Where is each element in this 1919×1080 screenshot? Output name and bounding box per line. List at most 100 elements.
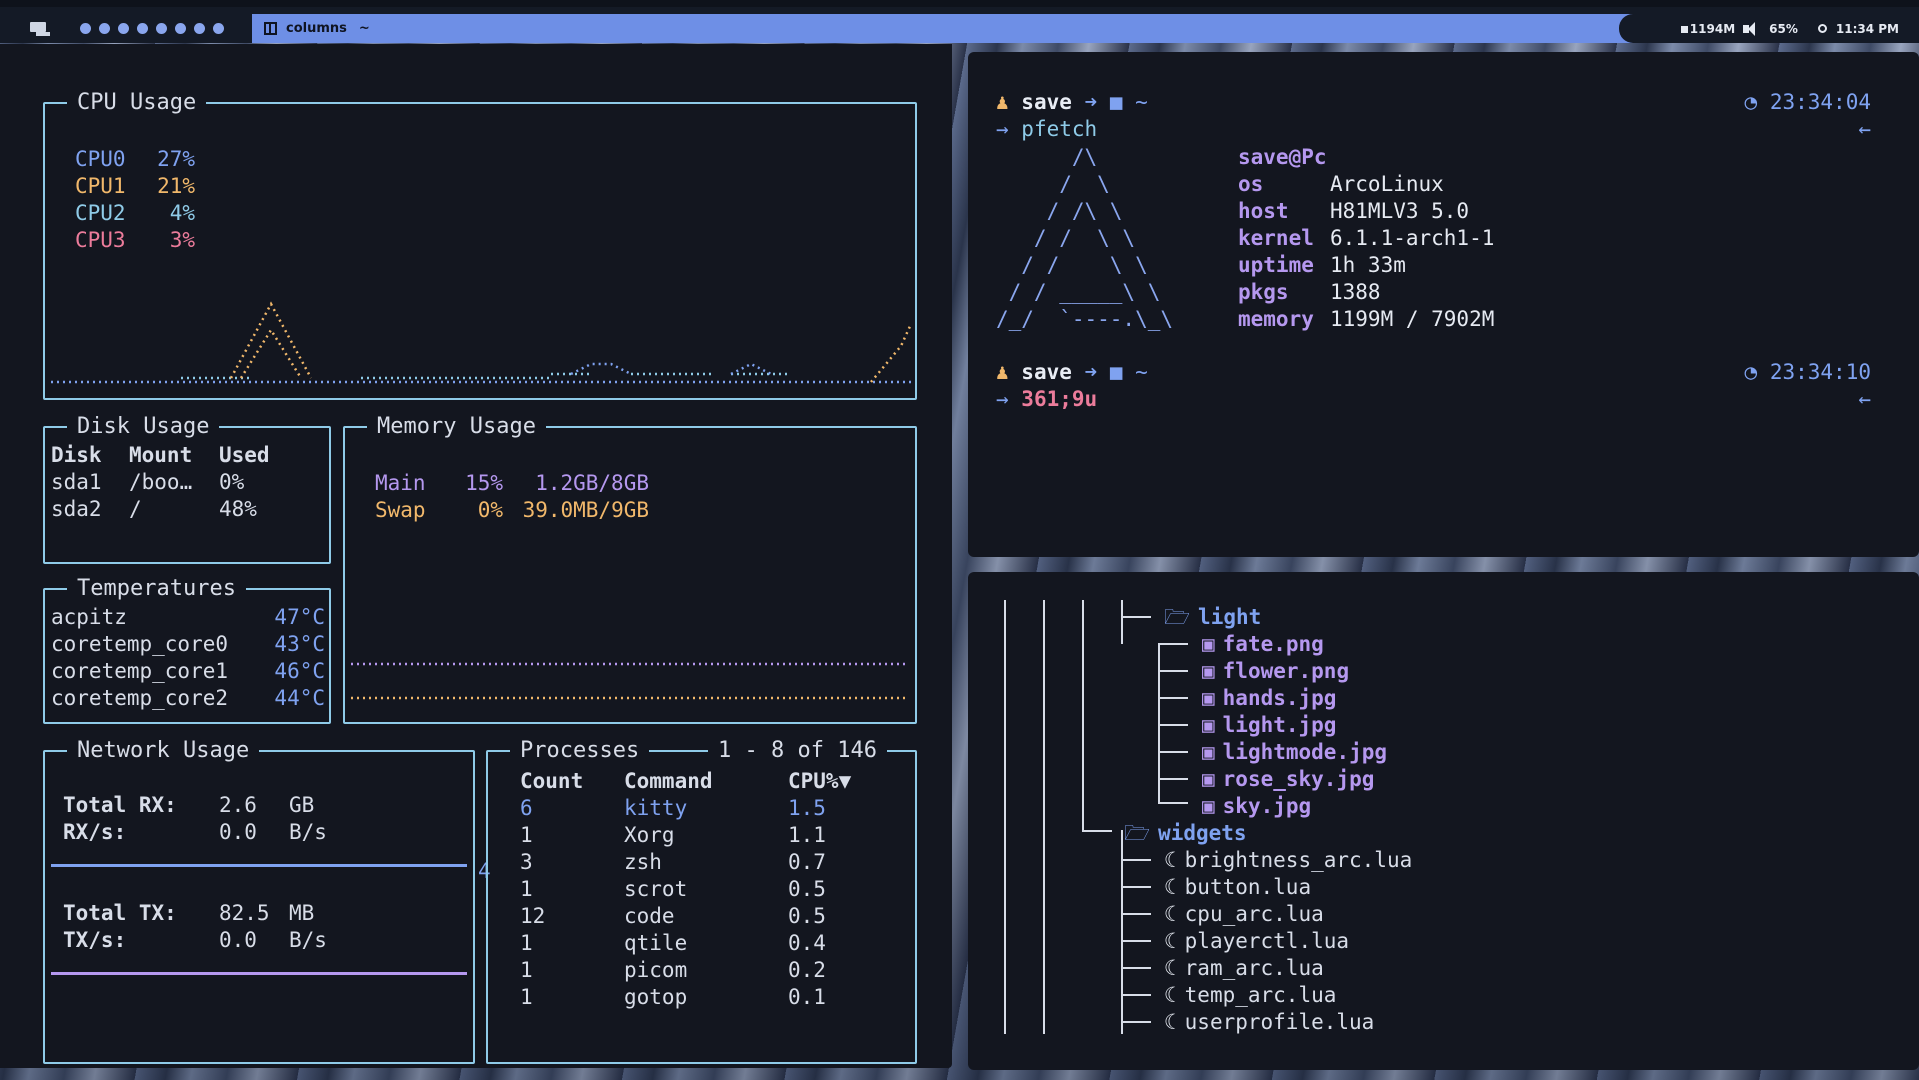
pfetch-row: uptime 1h 33m	[1238, 252, 1494, 279]
prompt-time-value: 23:34:10	[1769, 360, 1871, 384]
terminal-window[interactable]: ♟ save ➜ ■ ~ ◔ 23:34:04 → pfetch ← /\ / …	[968, 52, 1919, 557]
workspace-dot[interactable]	[99, 23, 110, 34]
col-command-header[interactable]: Command	[624, 768, 788, 795]
table-row[interactable]: 1 scrot 0.5	[520, 876, 848, 903]
table-row[interactable]: 1 qtile 0.4	[520, 930, 848, 957]
workspace-dot[interactable]	[137, 23, 148, 34]
processes-title: Processes	[510, 739, 650, 763]
cpu-core-row: CPU1 21%	[75, 173, 195, 200]
list-item[interactable]: 🗁 light	[1164, 604, 1261, 631]
lua-file-icon: ☾	[1164, 956, 1177, 980]
network-usage-box: Network Usage Total RX: 2.6 GB RX/s: 0.0…	[43, 739, 475, 1064]
table-row[interactable]: 1 picom 0.2	[520, 957, 848, 984]
process-table[interactable]: Count Command CPU%▼ 6 kitty 1.5 1 Xorg 1…	[520, 768, 851, 1011]
list-item[interactable]: ▣ lightmode.jpg	[1202, 739, 1387, 766]
rx-total-value: 2.6	[219, 793, 257, 817]
table-row[interactable]: 12 code 0.5	[520, 903, 848, 930]
list-item[interactable]: ▣ flower.png	[1202, 658, 1349, 685]
list-item[interactable]: ▣ hands.jpg	[1202, 685, 1336, 712]
tree-branch	[1121, 859, 1151, 861]
tx-rate-value: 0.0	[219, 928, 257, 952]
prompt-dir: ~	[1135, 360, 1148, 384]
cpu-core-row: CPU0 27%	[75, 146, 195, 173]
list-item[interactable]: ☾ button.lua	[1164, 874, 1311, 901]
workspace-dot[interactable]	[156, 23, 167, 34]
table-row[interactable]: 1 Xorg 1.1	[520, 822, 848, 849]
tx-total-value: 82.5	[219, 901, 270, 925]
volume-icon[interactable]	[1743, 21, 1761, 36]
list-item[interactable]: ▣ light.jpg	[1202, 712, 1336, 739]
tree-branch	[1121, 886, 1151, 888]
proc-count: 1	[520, 877, 533, 901]
proc-count: 1	[520, 823, 533, 847]
list-item[interactable]: ☾ temp_arc.lua	[1164, 982, 1336, 1009]
workspace-dot[interactable]	[175, 23, 186, 34]
table-row[interactable]: 1 gotop 0.1	[520, 984, 848, 1011]
tree-branch	[1121, 1021, 1151, 1023]
list-item[interactable]: ▣ sky.jpg	[1202, 793, 1311, 820]
list-item[interactable]: ☾ userprofile.lua	[1164, 1009, 1374, 1036]
rx-total-row: Total RX: 2.6 GB	[63, 792, 349, 819]
file-tree[interactable]: 🗁 light ▣ fate.png ▣ flower.png ▣ hands.jpg …	[968, 572, 1919, 1070]
tree-branch	[1121, 913, 1151, 915]
workspace-dot[interactable]	[194, 23, 205, 34]
pfetch-key: os	[1238, 172, 1264, 196]
prompt-time: ◔ 23:34:04	[1745, 89, 1871, 116]
table-row[interactable]: 6 kitty 1.5	[520, 795, 848, 822]
file-tree-window[interactable]: 🗁 light ▣ fate.png ▣ flower.png ▣ hands.jpg …	[968, 572, 1919, 1070]
list-item[interactable]: ▣ fate.png	[1202, 631, 1324, 658]
image-file-icon: ▣	[1202, 740, 1215, 764]
volume-value[interactable]: 65%	[1769, 22, 1798, 36]
gotop-window[interactable]: CPU Usage CPU0 27% CPU1 21% CPU2 4% CPU3…	[0, 44, 952, 1068]
bar-right-widgets: 1194M 65% 11:34 PM	[1619, 14, 1919, 43]
tree-branch	[1158, 802, 1188, 804]
workspace-dot[interactable]	[80, 23, 91, 34]
list-item[interactable]: ☾ cpu_arc.lua	[1164, 901, 1324, 928]
sensor-name: coretemp_core0	[51, 632, 229, 656]
file-name: brightness_arc.lua	[1184, 848, 1413, 872]
list-item[interactable]: ☾ playerctl.lua	[1164, 928, 1349, 955]
pfetch-key: pkgs	[1238, 280, 1289, 304]
proc-count: 1	[520, 958, 533, 982]
workspace-dot[interactable]	[213, 23, 224, 34]
pfetch-value: 1199M / 7902M	[1330, 307, 1495, 331]
list-item[interactable]: ▣ rose_sky.jpg	[1202, 766, 1374, 793]
image-file-icon: ▣	[1202, 767, 1215, 791]
command-line[interactable]: → 361;9u	[996, 386, 1097, 413]
table-row[interactable]: 3 zsh 0.7	[520, 849, 848, 876]
list-item: coretemp_core0 43°C	[51, 631, 325, 658]
disk-cell: sda2	[51, 497, 102, 521]
layout-indicator[interactable]: columns ~	[252, 14, 380, 43]
list-item[interactable]: ☾ ram_arc.lua	[1164, 955, 1324, 982]
pfetch-value: ArcoLinux	[1330, 172, 1444, 196]
arch-logo-ascii: /\ / \ / /\ \ / / \ \ / / \ \ / / _____\…	[996, 145, 1174, 331]
pfetch-value: H81MLV3 5.0	[1330, 199, 1470, 223]
rx-rate-value: 0.0	[219, 820, 257, 844]
proc-command: kitty	[624, 796, 688, 820]
terminal-content[interactable]: ♟ save ➜ ■ ~ ◔ 23:34:04 → pfetch ← /\ / …	[968, 52, 1919, 557]
proc-cpu: 0.1	[788, 985, 826, 1009]
proc-command: code	[624, 904, 675, 928]
pfetch-value: 1h 33m	[1330, 253, 1406, 277]
col-count-header[interactable]: Count	[520, 768, 624, 795]
workspace-dot[interactable]	[118, 23, 129, 34]
disk-usage-title: Disk Usage	[67, 415, 220, 439]
col-cpu-header[interactable]: CPU%▼	[788, 768, 851, 795]
rx-sparkline	[51, 864, 467, 867]
sensor-value: 44°C	[274, 686, 325, 710]
menu-icon[interactable]	[30, 21, 52, 36]
tree-branch	[1121, 967, 1151, 969]
arrow-icon: ➜	[1071, 90, 1110, 114]
user-icon: ♟	[996, 90, 1022, 114]
memory-name: Swap	[375, 498, 426, 522]
proc-cpu: 1.5	[788, 796, 826, 820]
sensor-name: acpitz	[51, 605, 127, 629]
memory-list: Main 15% 1.2GB/8GB Swap 0% 39.0MB/9GB	[375, 470, 649, 524]
list-item[interactable]: ☾ brightness_arc.lua	[1164, 847, 1412, 874]
list-item[interactable]: 🗁 widgets	[1124, 820, 1247, 847]
prompt-arrow-icon: →	[996, 117, 1022, 141]
pfetch-row: host H81MLV3 5.0	[1238, 198, 1494, 225]
cpu-core-name: CPU1	[75, 174, 126, 198]
temperatures-box: Temperatures acpitz 47°C coretemp_core0 43…	[43, 577, 331, 724]
image-file-icon: ▣	[1202, 659, 1215, 683]
